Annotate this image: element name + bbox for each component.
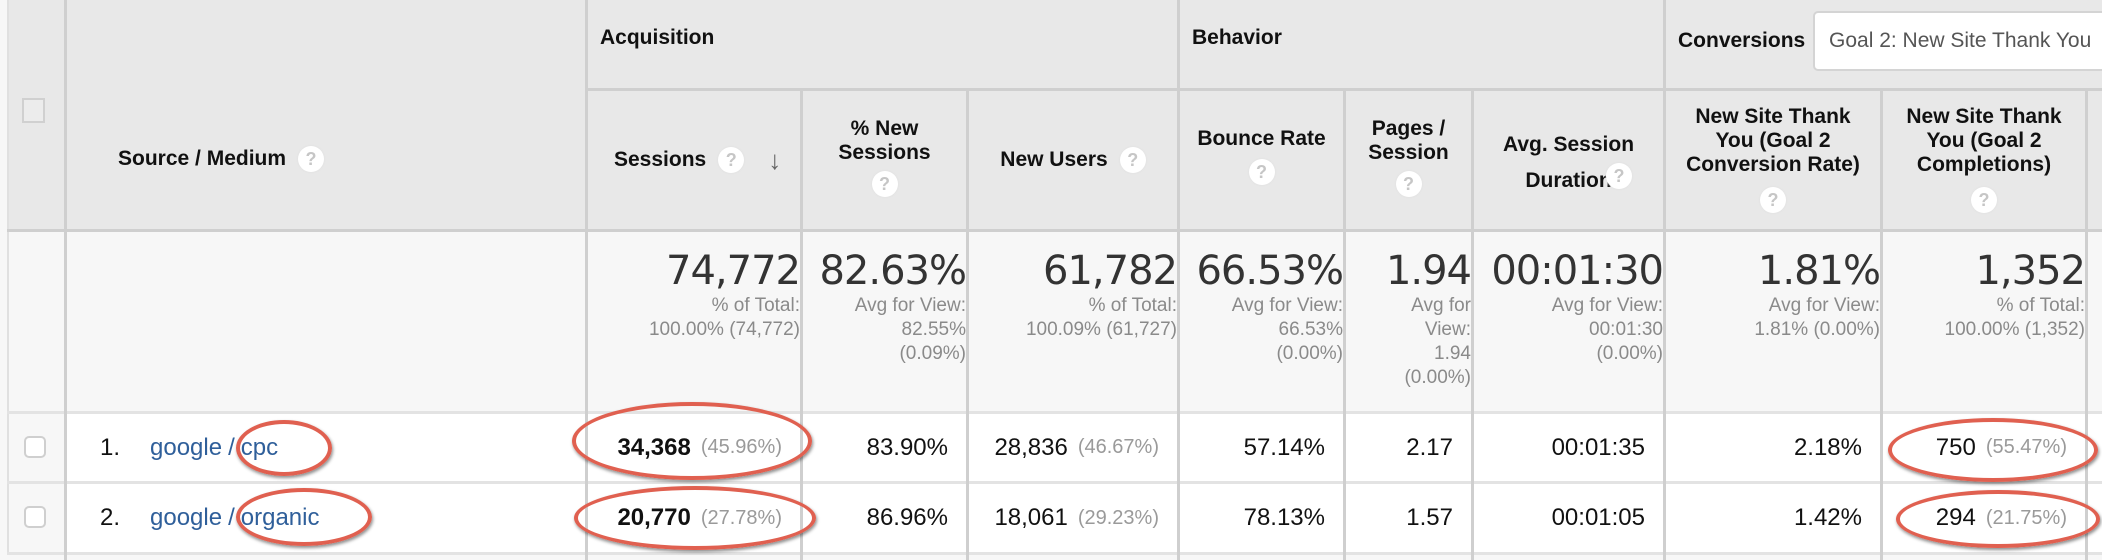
total-bounce-rate: 66.53% Avg for View: 66.53% (0.00%) [1196, 248, 1344, 364]
row-avg-session-duration: 00:01:05 [1551, 504, 1645, 531]
group-acquisition: Acquisition [600, 26, 715, 49]
group-conversions: Conversions [1678, 29, 1806, 52]
divider [7, 552, 2102, 555]
group-behavior: Behavior [1192, 26, 1282, 49]
row-pct-new-sessions: 86.96% [866, 504, 948, 531]
goal-selector-dropdown[interactable]: Goal 2: New Site Thank You [1813, 11, 2102, 71]
col-goal-conv-rate[interactable]: New Site Thank You (Goal 2 Conversion Ra… [1666, 91, 1880, 229]
col-goal-conv-rate-label: New Site Thank You (Goal 2 Conversion Ra… [1686, 105, 1860, 176]
source-link[interactable]: google [150, 504, 222, 532]
col-new-users-label: New Users [1000, 148, 1108, 171]
row-goal-completions: 294 (21.75%) [1935, 504, 2067, 531]
medium-link[interactable]: cpc [241, 434, 278, 462]
goal-selector-value: Goal 2: New Site Thank You [1829, 29, 2092, 52]
row-sessions: 34,368 (45.96%) [617, 433, 782, 461]
row-index: 2. [100, 504, 121, 531]
col-goal-completions-label: New Site Thank You (Goal 2 Completions) [1906, 105, 2062, 176]
col-sessions-label: Sessions [614, 148, 707, 171]
sort-descending-icon[interactable]: ↓ [768, 147, 781, 173]
col-source-medium[interactable]: Source / Medium ? [118, 88, 325, 229]
total-pages-session: 1.94 Avg for View: 1.94 (0.00%) [1385, 248, 1472, 388]
help-icon[interactable]: ? [1760, 187, 1786, 213]
row-pages-session: 1.57 [1406, 504, 1453, 531]
col-source-medium-label: Source / Medium [118, 146, 287, 170]
col-pages-session-label: Pages / Session [1368, 117, 1449, 164]
divider [7, 0, 9, 553]
help-icon[interactable]: ? [1248, 159, 1275, 185]
col-pct-new-sessions-label: % New Sessions [838, 117, 931, 164]
row-new-users: 28,836 (46.67%) [994, 433, 1159, 461]
help-icon[interactable]: ? [1606, 163, 1632, 189]
col-new-users[interactable]: New Users ? [969, 91, 1177, 229]
col-bounce-rate[interactable]: Bounce Rate ? [1180, 91, 1343, 229]
help-icon[interactable]: ? [1119, 147, 1146, 173]
col-avg-session-duration[interactable]: Avg. Session Duration ? [1474, 91, 1663, 229]
total-pct-new-sessions: 82.63% Avg for View: 82.55% (0.09%) [819, 248, 967, 364]
total-goal-completions: 1,352 % of Total: 100.00% (1,352) [1944, 248, 2087, 340]
row-checkbox[interactable] [24, 506, 46, 528]
row-source-medium: 1. google / cpc [66, 414, 585, 481]
row-index: 1. [100, 433, 121, 461]
source-link[interactable]: google [150, 434, 222, 462]
divider [7, 229, 2102, 232]
separator: / [228, 504, 235, 531]
help-icon[interactable]: ? [871, 171, 898, 197]
row-avg-session-duration: 00:01:35 [1551, 433, 1645, 461]
row-bounce-rate: 78.13% [1243, 504, 1325, 531]
row-new-users: 18,061 (29.23%) [994, 504, 1159, 531]
col-pages-session[interactable]: Pages / Session ? [1346, 91, 1471, 229]
total-goal-conv-rate: 1.81% Avg for View: 1.81% (0.00%) [1754, 248, 1881, 340]
row-pct-new-sessions: 83.90% [866, 433, 948, 461]
row-bounce-rate: 57.14% [1243, 433, 1325, 461]
help-icon[interactable]: ? [1971, 187, 1997, 213]
select-all-checkbox[interactable] [22, 98, 45, 123]
medium-link[interactable]: organic [241, 504, 320, 532]
col-sessions[interactable]: Sessions ? ↓ [588, 91, 800, 229]
col-pct-new-sessions[interactable]: % New Sessions ? [803, 91, 966, 229]
separator: / [228, 433, 235, 461]
row-pages-session: 2.17 [1406, 433, 1453, 461]
col-goal-completions[interactable]: New Site Thank You (Goal 2 Completions) … [1883, 91, 2085, 229]
divider [2085, 411, 2088, 560]
total-new-users: 61,782 % of Total: 100.09% (61,727) [1025, 248, 1178, 340]
row-goal-conv-rate: 1.42% [1793, 504, 1862, 531]
row-goal-conv-rate: 2.18% [1793, 433, 1862, 461]
total-avg-session-duration: 00:01:30 Avg for View: 00:01:30 (0.00%) [1491, 248, 1664, 364]
help-icon[interactable]: ? [718, 147, 745, 173]
col-bounce-rate-label: Bounce Rate [1197, 127, 1326, 150]
total-sessions: 74,772 % of Total: 100.00% (74,772) [648, 248, 801, 340]
row-sessions: 20,770 (27.78%) [617, 504, 782, 531]
help-icon[interactable]: ? [1395, 171, 1422, 197]
help-icon[interactable]: ? [298, 145, 325, 172]
row-checkbox[interactable] [24, 436, 46, 458]
row-goal-completions: 750 (55.47%) [1935, 433, 2067, 461]
row-source-medium: 2. google / organic [66, 484, 585, 552]
